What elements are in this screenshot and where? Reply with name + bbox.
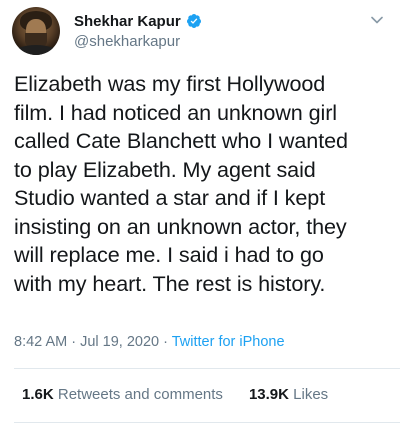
name-row[interactable]: Shekhar Kapur [74,11,202,31]
display-name[interactable]: Shekhar Kapur [74,13,181,30]
tweet-timestamp[interactable]: 8:42 AM · Jul 19, 2020 [14,334,159,350]
tweet-meta: 8:42 AM · Jul 19, 2020 · Twitter for iPh… [14,334,285,350]
likes-label: Likes [293,386,329,403]
tweet-source-link[interactable]: Twitter for iPhone [172,334,285,350]
meta-separator: · [159,334,172,350]
user-handle[interactable]: @shekharkapur [74,33,180,50]
chevron-down-icon[interactable] [370,13,384,27]
tweet-header: Shekhar Kapur @shekharkapur [12,7,388,55]
tweet-stats: 1.6K Retweets and comments 13.9K Likes [22,386,354,403]
retweets-stat[interactable]: 1.6K Retweets and comments [22,386,223,403]
retweets-label: Retweets and comments [57,386,223,403]
likes-count: 13.9K [248,386,289,403]
avatar[interactable] [12,7,60,55]
divider [14,422,400,423]
divider [14,368,400,369]
retweets-count: 1.6K [22,386,54,403]
tweet-text: Elizabeth was my first Hollywood film. I… [14,71,348,296]
verified-badge-icon [186,14,201,28]
likes-stat[interactable]: 13.9K Likes [249,386,328,403]
